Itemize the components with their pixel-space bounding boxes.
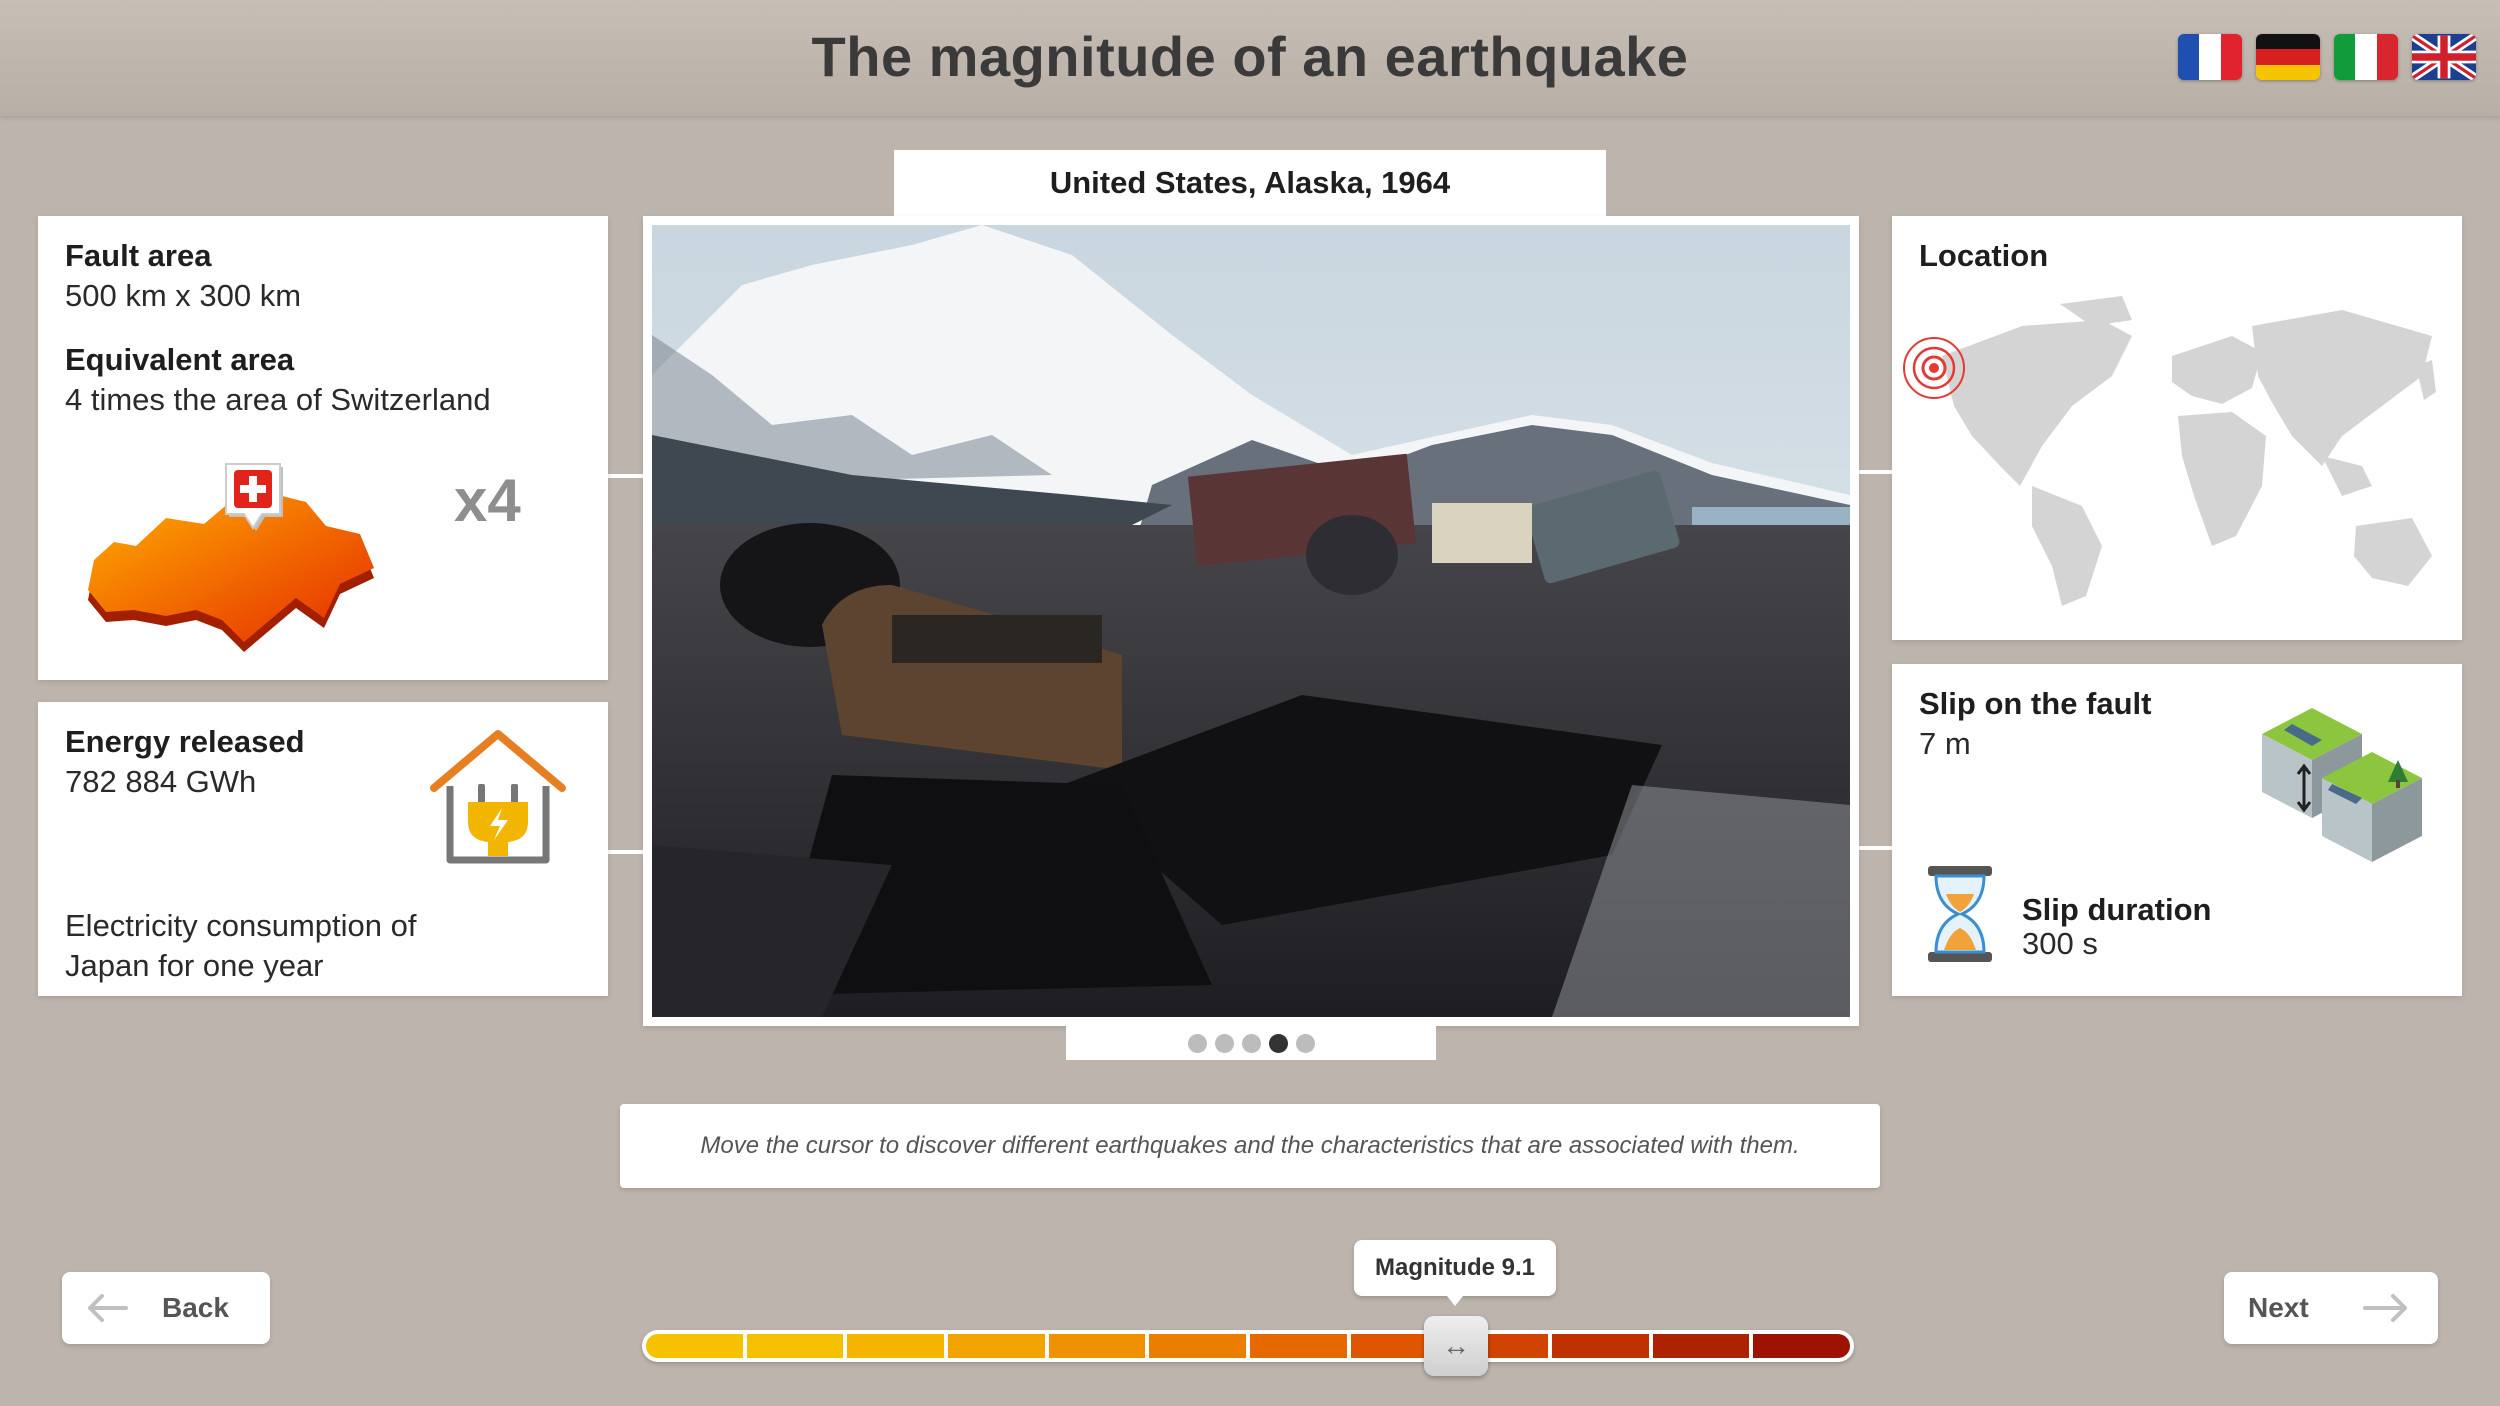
pagination-dot[interactable] bbox=[1214, 1033, 1234, 1053]
connector-line bbox=[1858, 470, 1894, 474]
italy-flag-icon[interactable] bbox=[2334, 34, 2398, 80]
slider-segment bbox=[1753, 1334, 1851, 1358]
pagination-dot[interactable] bbox=[1295, 1033, 1315, 1053]
horizontal-arrows-icon: ↔ bbox=[1442, 1330, 1470, 1361]
magnitude-tooltip: Magnitude 9.1 bbox=[1354, 1240, 1556, 1306]
slider-segment bbox=[1552, 1334, 1649, 1358]
next-label: Next bbox=[2248, 1292, 2309, 1323]
next-button[interactable]: Next bbox=[2224, 1272, 2438, 1344]
page-title: The magnitude of an earthquake bbox=[811, 25, 1689, 88]
fault-area-value: 500 km x 300 km bbox=[65, 278, 302, 313]
slider-segment bbox=[1652, 1334, 1750, 1358]
slip-label: Slip on the fault bbox=[1919, 686, 2152, 721]
location-label: Location bbox=[1919, 238, 2049, 273]
earthquake-damage-photo bbox=[652, 225, 1850, 1017]
slider-segment bbox=[1149, 1334, 1247, 1358]
fault-area-label: Fault area bbox=[65, 238, 212, 273]
uk-flag-icon[interactable] bbox=[2412, 34, 2476, 80]
world-map-icon bbox=[1903, 296, 2436, 606]
slip-duration-value: 300 s bbox=[2022, 926, 2098, 961]
germany-flag-icon[interactable] bbox=[2256, 34, 2320, 80]
earthquake-photo-frame bbox=[643, 216, 1859, 1026]
pagination-dot[interactable] bbox=[1187, 1033, 1207, 1053]
arrow-right-icon bbox=[2362, 1294, 2407, 1322]
slider-segment bbox=[646, 1334, 743, 1358]
pagination-dot-active[interactable] bbox=[1268, 1033, 1288, 1053]
slider-segment bbox=[1250, 1334, 1347, 1358]
slider-segment bbox=[746, 1334, 844, 1358]
hourglass-icon bbox=[1928, 866, 1992, 962]
equivalent-area-label: Equivalent area bbox=[65, 342, 295, 377]
switzerland-map-icon bbox=[88, 463, 374, 652]
energy-value: 782 884 GWh bbox=[65, 764, 257, 799]
slider-segment bbox=[948, 1334, 1045, 1358]
epicenter-icon bbox=[1903, 337, 1965, 399]
slider-segment bbox=[1048, 1334, 1146, 1358]
energy-comparison: Electricity consumption of Japan for one… bbox=[65, 908, 417, 983]
slider-segment bbox=[847, 1334, 945, 1358]
connector-line bbox=[606, 474, 644, 478]
slip-duration-label: Slip duration bbox=[2022, 892, 2212, 927]
slider-handle[interactable]: ↔ bbox=[1424, 1316, 1488, 1376]
instruction-hint: Move the cursor to discover different ea… bbox=[620, 1104, 1880, 1188]
france-flag-icon[interactable] bbox=[2178, 34, 2242, 80]
energy-card: Energy released 782 884 GWh Electricity … bbox=[38, 702, 608, 996]
connector-line bbox=[606, 850, 644, 854]
photo-caption: United States, Alaska, 1964 bbox=[894, 150, 1606, 216]
equivalent-area-value: 4 times the area of Switzerland bbox=[65, 382, 491, 417]
back-label: Back bbox=[162, 1292, 229, 1323]
slip-card: Slip on the fault 7 m Slip duration 300 … bbox=[1892, 664, 2462, 996]
slip-value: 7 m bbox=[1919, 726, 1971, 761]
energy-label: Energy released bbox=[65, 724, 305, 759]
house-plug-icon bbox=[430, 730, 566, 864]
fault-area-card: Fault area 500 km x 300 km Equivalent ar… bbox=[38, 216, 608, 680]
location-card: Location bbox=[1892, 216, 2462, 640]
back-button[interactable]: Back bbox=[62, 1272, 270, 1344]
fault-block-icon bbox=[2262, 708, 2422, 862]
photo-pagination bbox=[1066, 1026, 1436, 1060]
header-bar: The magnitude of an earthquake bbox=[0, 0, 2500, 116]
area-multiplier: x4 bbox=[454, 467, 521, 534]
pagination-dot[interactable] bbox=[1241, 1033, 1261, 1053]
magnitude-slider-track[interactable] bbox=[642, 1330, 1854, 1362]
arrow-left-icon bbox=[88, 1294, 128, 1322]
language-selector bbox=[2178, 34, 2476, 80]
connector-line bbox=[1858, 846, 1894, 850]
